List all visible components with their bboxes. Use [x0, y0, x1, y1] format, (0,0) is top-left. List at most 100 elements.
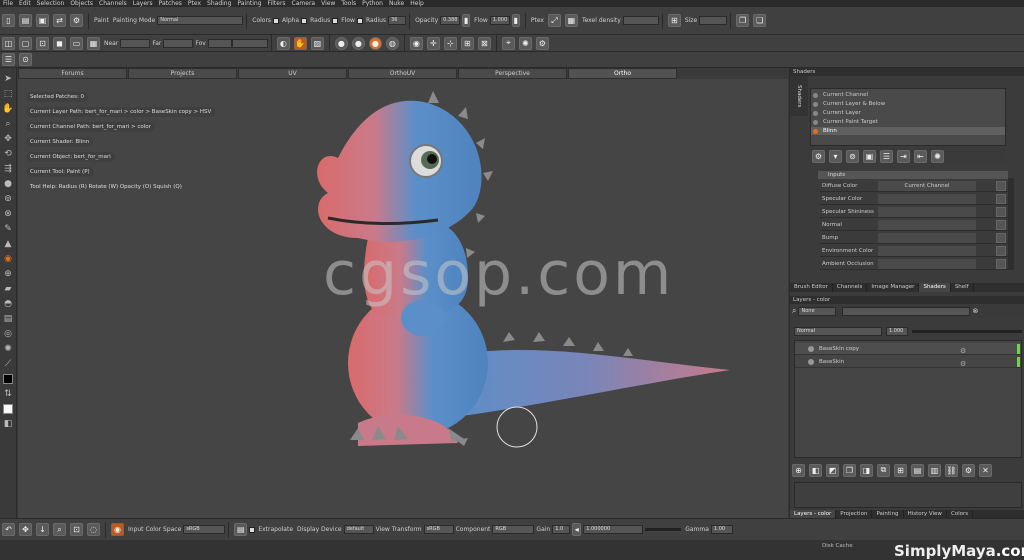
- camera-icon[interactable]: ◫: [2, 36, 15, 50]
- display-device-dropdown[interactable]: default: [343, 525, 374, 534]
- menu-edit[interactable]: Edit: [16, 0, 34, 7]
- shader-input-options-icon[interactable]: [996, 220, 1006, 230]
- layers-search-input[interactable]: [842, 306, 971, 316]
- eraser-icon[interactable]: ▰: [2, 283, 14, 295]
- layer-settings-icon[interactable]: ⚙: [962, 463, 975, 477]
- full-shading-icon[interactable]: ●: [368, 36, 382, 50]
- paint-through-icon[interactable]: ✋: [293, 36, 307, 50]
- tab-image-manager[interactable]: Image Manager: [867, 283, 920, 292]
- shader-list-item[interactable]: Blinn: [811, 127, 1005, 135]
- menu-file[interactable]: File: [0, 0, 16, 7]
- tab-uv[interactable]: UV: [238, 68, 347, 79]
- shader-input-value[interactable]: Current Channel: [878, 181, 976, 191]
- shader-input-row[interactable]: Normal: [820, 219, 1008, 231]
- copy-icon[interactable]: ❐: [736, 14, 750, 27]
- shader-input-value[interactable]: [878, 207, 976, 217]
- light-icon[interactable]: ✺: [518, 36, 532, 50]
- component-dropdown[interactable]: RGB: [492, 525, 535, 534]
- shader-input-value[interactable]: [878, 220, 976, 230]
- color-management-icon[interactable]: ◉: [111, 523, 124, 536]
- brush-stack-icon[interactable]: ☰: [2, 53, 15, 66]
- menu-objects[interactable]: Objects: [67, 0, 96, 7]
- ptex-grid-icon[interactable]: ▦: [564, 14, 578, 27]
- add-shader-icon[interactable]: ⚙: [812, 149, 825, 163]
- fov-field[interactable]: [207, 38, 232, 48]
- shader-list-item[interactable]: Current Channel: [811, 91, 1005, 99]
- shader-input-row[interactable]: Diffuse Color Current Channel: [820, 180, 1008, 192]
- shader-input-row[interactable]: Bump: [820, 232, 1008, 244]
- shader-list-icon[interactable]: ☰: [880, 149, 893, 163]
- lighting-icon[interactable]: ◐: [276, 36, 290, 50]
- shader-input-row[interactable]: Specular Shininess: [820, 206, 1008, 218]
- color-picker-icon[interactable]: ⊕: [2, 268, 14, 280]
- visibility-eye-icon[interactable]: [808, 359, 814, 365]
- shaders-side-tab[interactable]: Shaders: [790, 76, 808, 116]
- open-icon[interactable]: ▤: [19, 14, 32, 27]
- shader-input-options-icon[interactable]: [996, 207, 1006, 217]
- procedural-layer-icon[interactable]: ◩: [826, 463, 839, 477]
- foreground-color-swatch[interactable]: [2, 373, 14, 385]
- flow-slider-icon[interactable]: ▮: [511, 14, 520, 27]
- tab-brush-editor[interactable]: Brush Editor: [790, 283, 833, 292]
- shader-export-icon[interactable]: ⇥: [897, 149, 910, 163]
- gain-slider[interactable]: [645, 528, 682, 531]
- fill-icon[interactable]: ▲: [2, 238, 14, 250]
- shader-input-row[interactable]: Environment Color: [820, 245, 1008, 257]
- smooth-shading-icon[interactable]: ●: [351, 36, 365, 50]
- shader-list-item[interactable]: Current Layer: [811, 109, 1005, 117]
- tab-projects[interactable]: Projects: [128, 68, 237, 79]
- pan-hand-icon[interactable]: ✋: [2, 103, 14, 115]
- texel-density-field[interactable]: [622, 16, 659, 25]
- shader-input-options-icon[interactable]: [996, 233, 1006, 243]
- flatten-layer-icon[interactable]: ▤: [911, 463, 924, 477]
- extrapolate-icon[interactable]: ▤: [234, 523, 248, 536]
- group-layer-icon[interactable]: ❐: [843, 463, 856, 477]
- tab-channels[interactable]: Channels: [833, 283, 868, 292]
- colors-checkbox[interactable]: [273, 17, 280, 24]
- save-icon[interactable]: ▣: [36, 14, 49, 27]
- tab-shelf[interactable]: Shelf: [951, 283, 974, 292]
- menu-layers[interactable]: Layers: [130, 0, 156, 7]
- layer-opacity-slider[interactable]: [912, 329, 1022, 333]
- mask-icon[interactable]: ▨: [310, 36, 324, 50]
- blend-mode-dropdown[interactable]: Normal: [794, 326, 882, 336]
- menu-python[interactable]: Python: [359, 0, 386, 7]
- shader-input-options-icon[interactable]: [996, 259, 1006, 269]
- frame-view-icon[interactable]: ◌: [87, 523, 100, 536]
- shader-input-row[interactable]: Specular Color: [820, 193, 1008, 205]
- texture-icon[interactable]: ✺: [2, 343, 14, 355]
- shader-input-value[interactable]: [878, 233, 976, 243]
- visibility-eye-icon[interactable]: [808, 346, 814, 352]
- clear-icon[interactable]: ⊗: [972, 307, 978, 315]
- merge-layer-icon[interactable]: ⊞: [894, 463, 907, 477]
- alpha-checkbox[interactable]: [301, 17, 308, 24]
- undo-icon[interactable]: ↶: [2, 523, 15, 536]
- swap-colors-icon[interactable]: ⇅: [2, 388, 14, 400]
- far-field[interactable]: [163, 38, 194, 48]
- viewport[interactable]: Forums Projects UV OrthoUV Perspective Ortho …: [18, 68, 788, 518]
- delete-layer-icon[interactable]: ✕: [979, 463, 992, 477]
- near-field[interactable]: [120, 38, 151, 48]
- duplicate-layer-icon[interactable]: ⧉: [877, 463, 890, 477]
- tab-shaders[interactable]: Shaders: [919, 283, 951, 292]
- size-field[interactable]: [699, 16, 728, 25]
- lasso-select-icon[interactable]: ⬚: [2, 88, 14, 100]
- extrapolate-checkbox[interactable]: [249, 526, 256, 533]
- new-project-icon[interactable]: ▯: [2, 14, 15, 27]
- zoom-view-icon[interactable]: ⌕: [53, 523, 66, 536]
- grid-snap-icon[interactable]: ⊞: [460, 36, 474, 50]
- radius-checkbox[interactable]: [356, 17, 363, 24]
- duplicate-shader-icon[interactable]: ⊚: [846, 149, 859, 163]
- shader-settings-icon[interactable]: ✺: [931, 149, 944, 163]
- layer-row[interactable]: BaseSkin ⚙: [795, 356, 1021, 368]
- move-icon[interactable]: ✥: [19, 523, 32, 536]
- mask-paint-icon[interactable]: ◎: [2, 328, 14, 340]
- input-color-space-dropdown[interactable]: sRGB: [183, 525, 226, 534]
- opacity-slider-icon[interactable]: ▮: [462, 14, 471, 27]
- view-settings-icon[interactable]: ⚙: [535, 36, 549, 50]
- inputs-header[interactable]: Inputs: [818, 171, 1008, 179]
- layers-filter-dropdown[interactable]: None: [798, 306, 837, 316]
- gain-field[interactable]: 1.000000: [583, 525, 644, 534]
- paste-icon[interactable]: ❏: [753, 14, 767, 27]
- eyedropper-icon[interactable]: ⟋: [2, 358, 14, 370]
